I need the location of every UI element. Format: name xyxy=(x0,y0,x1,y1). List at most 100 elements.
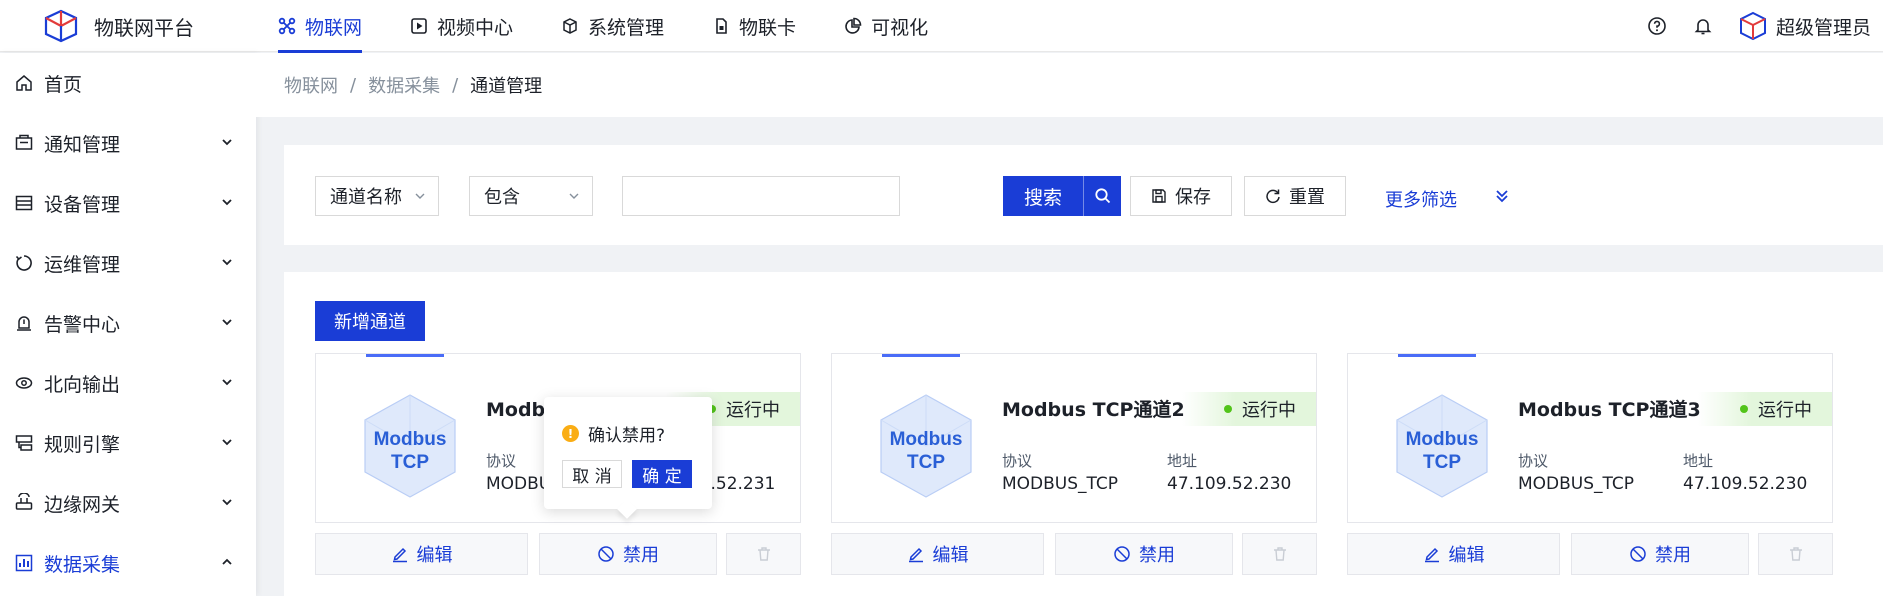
pie-chart-icon xyxy=(844,17,862,35)
nav-label: 物联卡 xyxy=(739,16,797,39)
delete-button[interactable] xyxy=(1758,533,1833,575)
logo-text: TCP xyxy=(1423,452,1461,473)
sidebar-item-alarm[interactable]: 告警中心 xyxy=(0,293,256,353)
app-title: 物联网平台 xyxy=(94,15,194,40)
modbus-logo-icon: Modbus TCP xyxy=(1392,391,1492,501)
save-button-label: 保存 xyxy=(1175,187,1211,208)
home-icon xyxy=(14,73,34,93)
card-accent xyxy=(366,354,444,357)
edit-button-label: 编辑 xyxy=(416,545,453,566)
user-name: 超级管理员 xyxy=(1775,16,1871,39)
disable-popconfirm: ! 确认禁用? 取 消 确 定 xyxy=(544,397,712,519)
sidebar-item-label: 北向输出 xyxy=(44,373,121,396)
edit-button[interactable]: 编辑 xyxy=(1347,533,1560,575)
sim-card-icon xyxy=(712,17,730,35)
sidebar-item-ops[interactable]: 运维管理 xyxy=(0,233,256,293)
search-button-label: 搜索 xyxy=(1023,186,1062,209)
sidebar-item-rule[interactable]: 规则引擎 xyxy=(0,413,256,473)
disable-button-label: 禁用 xyxy=(623,545,659,566)
status-label: 运行中 xyxy=(726,400,780,421)
sidebar-item-notice[interactable]: 通知管理 xyxy=(0,113,256,173)
reset-button-label: 重置 xyxy=(1289,187,1325,208)
nav-label: 系统管理 xyxy=(588,16,665,39)
chevron-down-icon xyxy=(220,135,234,149)
logo-text: TCP xyxy=(907,452,945,473)
disable-button[interactable]: 禁用 xyxy=(1055,533,1233,575)
protocol-value: MODBUS_TCP xyxy=(1002,474,1119,494)
bell-icon[interactable] xyxy=(1692,15,1714,37)
reset-button[interactable]: 重置 xyxy=(1244,176,1346,216)
status-label: 运行中 xyxy=(1758,400,1812,421)
nav-sim-card[interactable]: 物联卡 xyxy=(712,0,796,52)
trash-icon xyxy=(756,546,772,562)
logo-text: Modbus xyxy=(374,429,447,450)
more-filters-link[interactable]: 更多筛选 xyxy=(1385,186,1457,212)
brand[interactable]: 物联网平台 xyxy=(42,9,194,43)
nav-visualization[interactable]: 可视化 xyxy=(844,0,928,52)
channel-card[interactable]: Modbus TCP Modbus TCP通道2 运行中 协议 MODBUS_T… xyxy=(831,353,1317,523)
user-menu[interactable]: 超级管理员 xyxy=(1738,11,1871,41)
disable-button[interactable]: 禁用 xyxy=(539,533,717,575)
status-label: 运行中 xyxy=(1242,400,1296,421)
search-button[interactable]: 搜索 xyxy=(1003,176,1121,216)
nav-system[interactable]: 系统管理 xyxy=(561,0,664,52)
chevron-down-icon xyxy=(220,495,234,509)
search-input[interactable] xyxy=(622,176,900,216)
edit-icon xyxy=(1423,545,1441,563)
trash-icon xyxy=(1788,546,1804,562)
chevron-down-icon xyxy=(220,195,234,209)
sidebar-item-label: 规则引擎 xyxy=(44,433,121,456)
breadcrumb-item[interactable]: 数据采集 xyxy=(368,72,440,98)
chevron-down-icon xyxy=(220,435,234,449)
help-icon[interactable] xyxy=(1646,15,1668,37)
sidebar-item-label: 通知管理 xyxy=(44,133,121,156)
edit-button[interactable]: 编辑 xyxy=(315,533,528,575)
reset-icon xyxy=(1265,188,1281,204)
protocol-label: 协议 xyxy=(486,452,517,470)
logo-cube-icon xyxy=(42,9,80,43)
channel-card[interactable]: Modbus TCP Modbus TCP通道3 运行中 协议 MODBUS_T… xyxy=(1347,353,1833,523)
save-button[interactable]: 保存 xyxy=(1130,176,1232,216)
sidebar-item-device[interactable]: 设备管理 xyxy=(0,173,256,233)
status-dot xyxy=(1224,405,1232,413)
sidebar-item-gateway[interactable]: 边缘网关 xyxy=(0,473,256,533)
status-badge: 运行中 xyxy=(1698,392,1832,426)
logo-text: TCP xyxy=(391,452,429,473)
address-label: 地址 xyxy=(1683,452,1714,470)
cancel-button[interactable]: 取 消 xyxy=(562,460,622,488)
operator-select[interactable]: 包含 xyxy=(469,176,593,216)
disable-button[interactable]: 禁用 xyxy=(1571,533,1749,575)
nav-label: 物联网 xyxy=(305,16,363,39)
device-icon xyxy=(14,193,34,213)
chevron-up-icon xyxy=(220,555,234,569)
alarm-icon xyxy=(14,313,34,333)
sidebar-item-label: 告警中心 xyxy=(44,313,121,336)
iot-icon xyxy=(278,17,296,35)
search-icon xyxy=(1084,187,1121,205)
delete-button[interactable] xyxy=(726,533,801,575)
field-select[interactable]: 通道名称 xyxy=(315,176,439,216)
edit-button[interactable]: 编辑 xyxy=(831,533,1044,575)
popconfirm-text: 确认禁用? xyxy=(588,426,666,446)
chevron-down-icon xyxy=(220,315,234,329)
nav-video[interactable]: 视频中心 xyxy=(410,0,513,52)
output-icon xyxy=(14,373,34,393)
chevron-down-icon xyxy=(414,190,426,202)
sidebar-item-home[interactable]: 首页 xyxy=(0,53,256,113)
double-chevron-down-icon[interactable] xyxy=(1494,188,1510,204)
edit-icon xyxy=(391,545,409,563)
top-bar: 物联网平台 物联网 视频中心 系统管理 物联卡 可视化 超级管理员 xyxy=(0,0,1883,53)
breadcrumb-current: 通道管理 xyxy=(470,76,543,97)
delete-button[interactable] xyxy=(1242,533,1317,575)
sidebar-item-data-collect[interactable]: 数据采集 xyxy=(0,533,256,593)
sidebar-item-output[interactable]: 北向输出 xyxy=(0,353,256,413)
logo-text: Modbus xyxy=(1406,429,1479,450)
status-dot xyxy=(1740,405,1748,413)
status-badge: 运行中 xyxy=(1182,392,1316,426)
disable-button-label: 禁用 xyxy=(1139,545,1175,566)
breadcrumb-item[interactable]: 物联网 xyxy=(284,72,338,98)
nav-iot[interactable]: 物联网 xyxy=(278,0,363,53)
chevron-down-icon xyxy=(568,190,580,202)
add-channel-button[interactable]: 新增通道 xyxy=(315,301,425,341)
confirm-button[interactable]: 确 定 xyxy=(632,460,692,488)
